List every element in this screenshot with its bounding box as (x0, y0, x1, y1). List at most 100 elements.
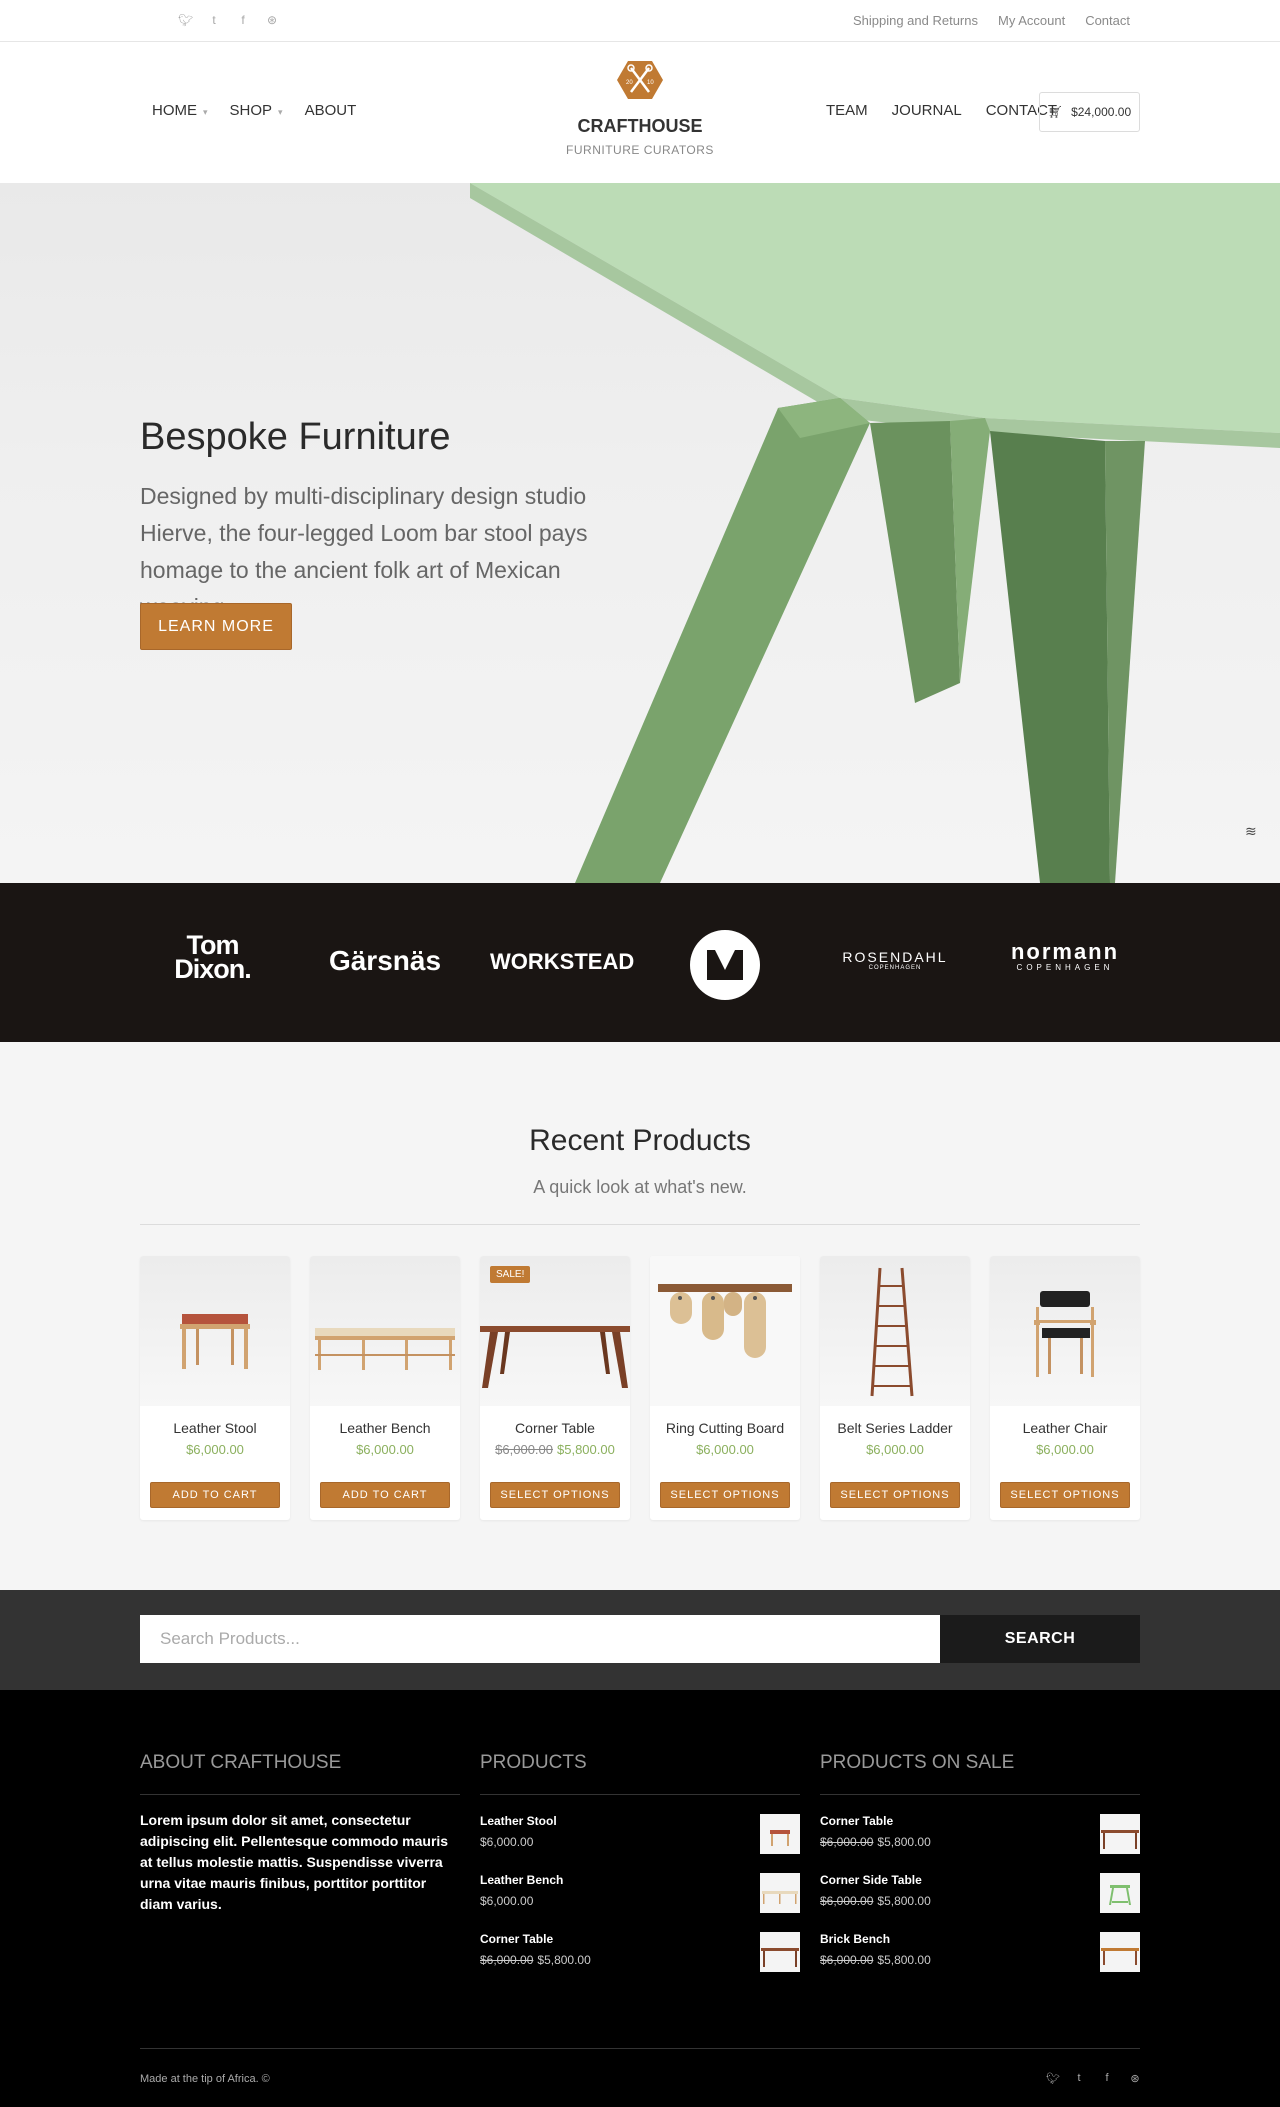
dribbble-icon[interactable]: ⊛ (1130, 2072, 1140, 2085)
footer-sale-price: $6,000.00 $5,800.00 (820, 1894, 931, 1908)
brand-workstead[interactable]: WORKSTEAD (490, 949, 634, 975)
logo-title[interactable]: CRAFTHOUSE (540, 116, 740, 137)
footer-product-thumbnail[interactable] (760, 1814, 800, 1854)
product-card[interactable]: Leather Stool $6,000.00 ADD TO CART (140, 1256, 290, 1520)
twitter-icon[interactable]: 🐦︎ (1046, 2072, 1060, 2085)
product-thumbnail[interactable] (310, 1256, 460, 1406)
footer-product-name[interactable]: Corner Table (480, 1932, 553, 1946)
footer-product-price: $6,000.00 (480, 1894, 533, 1908)
footer-sale-thumbnail[interactable] (1100, 1814, 1140, 1854)
dribbble-icon[interactable]: ⊛ (265, 13, 279, 27)
twitter-icon[interactable]: 🐦︎ (178, 13, 193, 27)
footer-product-item[interactable]: Leather Stool $6,000.00 (480, 1814, 800, 1858)
normann-name: normann (1010, 939, 1120, 964)
logo-badge-icon[interactable]: 20 10 (617, 60, 663, 100)
product-price: $6,000.00 (990, 1442, 1140, 1457)
brand-garsnas[interactable]: Gärsnäs (320, 945, 450, 977)
footer-sale-price-old: $6,000.00 (820, 1894, 874, 1908)
brand-normann[interactable]: normann COPENHAGEN (1000, 939, 1130, 973)
my-account-link[interactable]: My Account (998, 13, 1065, 28)
footer-sale-item[interactable]: Corner Side Table $6,000.00 $5,800.00 (820, 1873, 1140, 1917)
product-card[interactable]: Ring Cutting Board $6,000.00 SELECT OPTI… (650, 1256, 800, 1520)
product-thumbnail[interactable] (650, 1256, 800, 1406)
nav-item-about[interactable]: ABOUT (305, 102, 357, 119)
select-options-button[interactable]: SELECT OPTIONS (490, 1482, 620, 1508)
footer-product-item[interactable]: Corner Table $6,000.00 $5,800.00 (480, 1932, 800, 1976)
product-card[interactable]: Leather Chair $6,000.00 SELECT OPTIONS (990, 1256, 1140, 1520)
footer-sale-name[interactable]: Corner Side Table (820, 1873, 922, 1887)
footer-product-name[interactable]: Leather Stool (480, 1814, 557, 1828)
product-price: $6,000.00 (650, 1442, 800, 1457)
select-options-button[interactable]: SELECT OPTIONS (830, 1482, 960, 1508)
footer-product-thumbnail[interactable] (760, 1932, 800, 1972)
product-name[interactable]: Corner Table (480, 1420, 630, 1436)
select-options-button[interactable]: SELECT OPTIONS (1000, 1482, 1130, 1508)
herman-miller-logo-icon[interactable] (690, 930, 760, 1000)
footer-product-price-current: $6,000.00 (480, 1894, 534, 1908)
product-price: $6,000.00 (140, 1442, 290, 1457)
footer-sale-price-current: $5,800.00 (877, 1953, 931, 1967)
facebook-icon[interactable]: f (1102, 2072, 1112, 2085)
product-card[interactable]: Leather Bench $6,000.00 ADD TO CART (310, 1256, 460, 1520)
footer-product-price: $6,000.00 (480, 1835, 533, 1849)
facebook-icon[interactable]: f (236, 13, 250, 27)
brand-tom-dixon[interactable]: Tom Dixon. (150, 932, 275, 983)
footer-product-price: $6,000.00 $5,800.00 (480, 1953, 591, 1967)
nav-item-home[interactable]: HOME ▾ (152, 102, 208, 119)
cart-icon: 🛒︎ (1047, 105, 1064, 119)
divider (480, 1794, 800, 1795)
product-name[interactable]: Belt Series Ladder (820, 1420, 970, 1436)
tumblr-icon[interactable]: t (1074, 2072, 1084, 2085)
apple-icon[interactable] (149, 13, 163, 27)
select-options-button[interactable]: SELECT OPTIONS (660, 1482, 790, 1508)
add-to-cart-button[interactable]: ADD TO CART (320, 1482, 450, 1508)
layers-icon[interactable]: ≋ (1245, 823, 1257, 840)
top-links: Shipping and Returns My Account Contact (853, 13, 1130, 28)
add-to-cart-button[interactable]: ADD TO CART (150, 1482, 280, 1508)
footer-sale-item[interactable]: Corner Table $6,000.00 $5,800.00 (820, 1814, 1140, 1858)
search-input[interactable] (140, 1615, 940, 1663)
product-name[interactable]: Leather Stool (140, 1420, 290, 1436)
footer-sale-item[interactable]: Brick Bench $6,000.00 $5,800.00 (820, 1932, 1140, 1976)
divider (820, 1794, 1140, 1795)
site-header: HOME ▾ SHOP ▾ ABOUT 20 10 CRAFTHOUSE FURNI… (0, 42, 1280, 183)
product-card[interactable]: SALE! Corner Table $6,000.00 $5,800.00 SE… (480, 1256, 630, 1520)
rosendahl-sub: COPENHAGEN (868, 965, 922, 971)
tumblr-icon[interactable]: t (207, 13, 221, 27)
product-name[interactable]: Ring Cutting Board (650, 1420, 800, 1436)
nav-item-shop[interactable]: SHOP ▾ (230, 102, 283, 119)
main-nav-right: TEAM JOURNAL CONTACT (826, 102, 1057, 119)
cart-button[interactable]: 🛒︎ $24,000.00 (1039, 92, 1140, 132)
search-button[interactable]: SEARCH (940, 1615, 1140, 1663)
footer-sale-name[interactable]: Brick Bench (820, 1932, 890, 1946)
footer-product-name[interactable]: Leather Bench (480, 1873, 563, 1887)
product-name[interactable]: Leather Bench (310, 1420, 460, 1436)
apple-icon[interactable] (1018, 2072, 1028, 2085)
contact-link[interactable]: Contact (1085, 13, 1130, 28)
footer-sale-thumbnail[interactable] (1100, 1932, 1140, 1972)
brand-rosendahl[interactable]: ROSENDAHL COPENHAGEN (830, 949, 960, 971)
learn-more-button[interactable]: LEARN MORE (140, 603, 292, 650)
product-price-current: $6,000.00 (866, 1442, 924, 1457)
svg-text:10: 10 (647, 80, 654, 86)
footer-sale-name[interactable]: Corner Table (820, 1814, 893, 1828)
search-band: SEARCH (0, 1590, 1280, 1690)
product-thumbnail[interactable]: SALE! (480, 1256, 630, 1406)
nav-item-journal[interactable]: JOURNAL (892, 102, 962, 119)
chevron-down-icon: ▾ (203, 107, 208, 117)
shipping-returns-link[interactable]: Shipping and Returns (853, 13, 978, 28)
product-card[interactable]: Belt Series Ladder $6,000.00 SELECT OPTI… (820, 1256, 970, 1520)
nav-item-team[interactable]: TEAM (826, 102, 868, 119)
footer-product-thumbnail[interactable] (760, 1873, 800, 1913)
product-price-old: $6,000.00 (495, 1442, 553, 1457)
cart-total: $24,000.00 (1071, 105, 1132, 119)
product-thumbnail[interactable] (140, 1256, 290, 1406)
footer-sale-thumbnail[interactable] (1100, 1873, 1140, 1913)
product-name[interactable]: Leather Chair (990, 1420, 1140, 1436)
footer-product-item[interactable]: Leather Bench $6,000.00 (480, 1873, 800, 1917)
footer-product-price-current: $6,000.00 (480, 1835, 534, 1849)
copyright-text: Made at the tip of Africa. © (140, 2073, 270, 2085)
product-thumbnail[interactable] (990, 1256, 1140, 1406)
product-thumbnail[interactable] (820, 1256, 970, 1406)
product-price-current: $6,000.00 (186, 1442, 244, 1457)
